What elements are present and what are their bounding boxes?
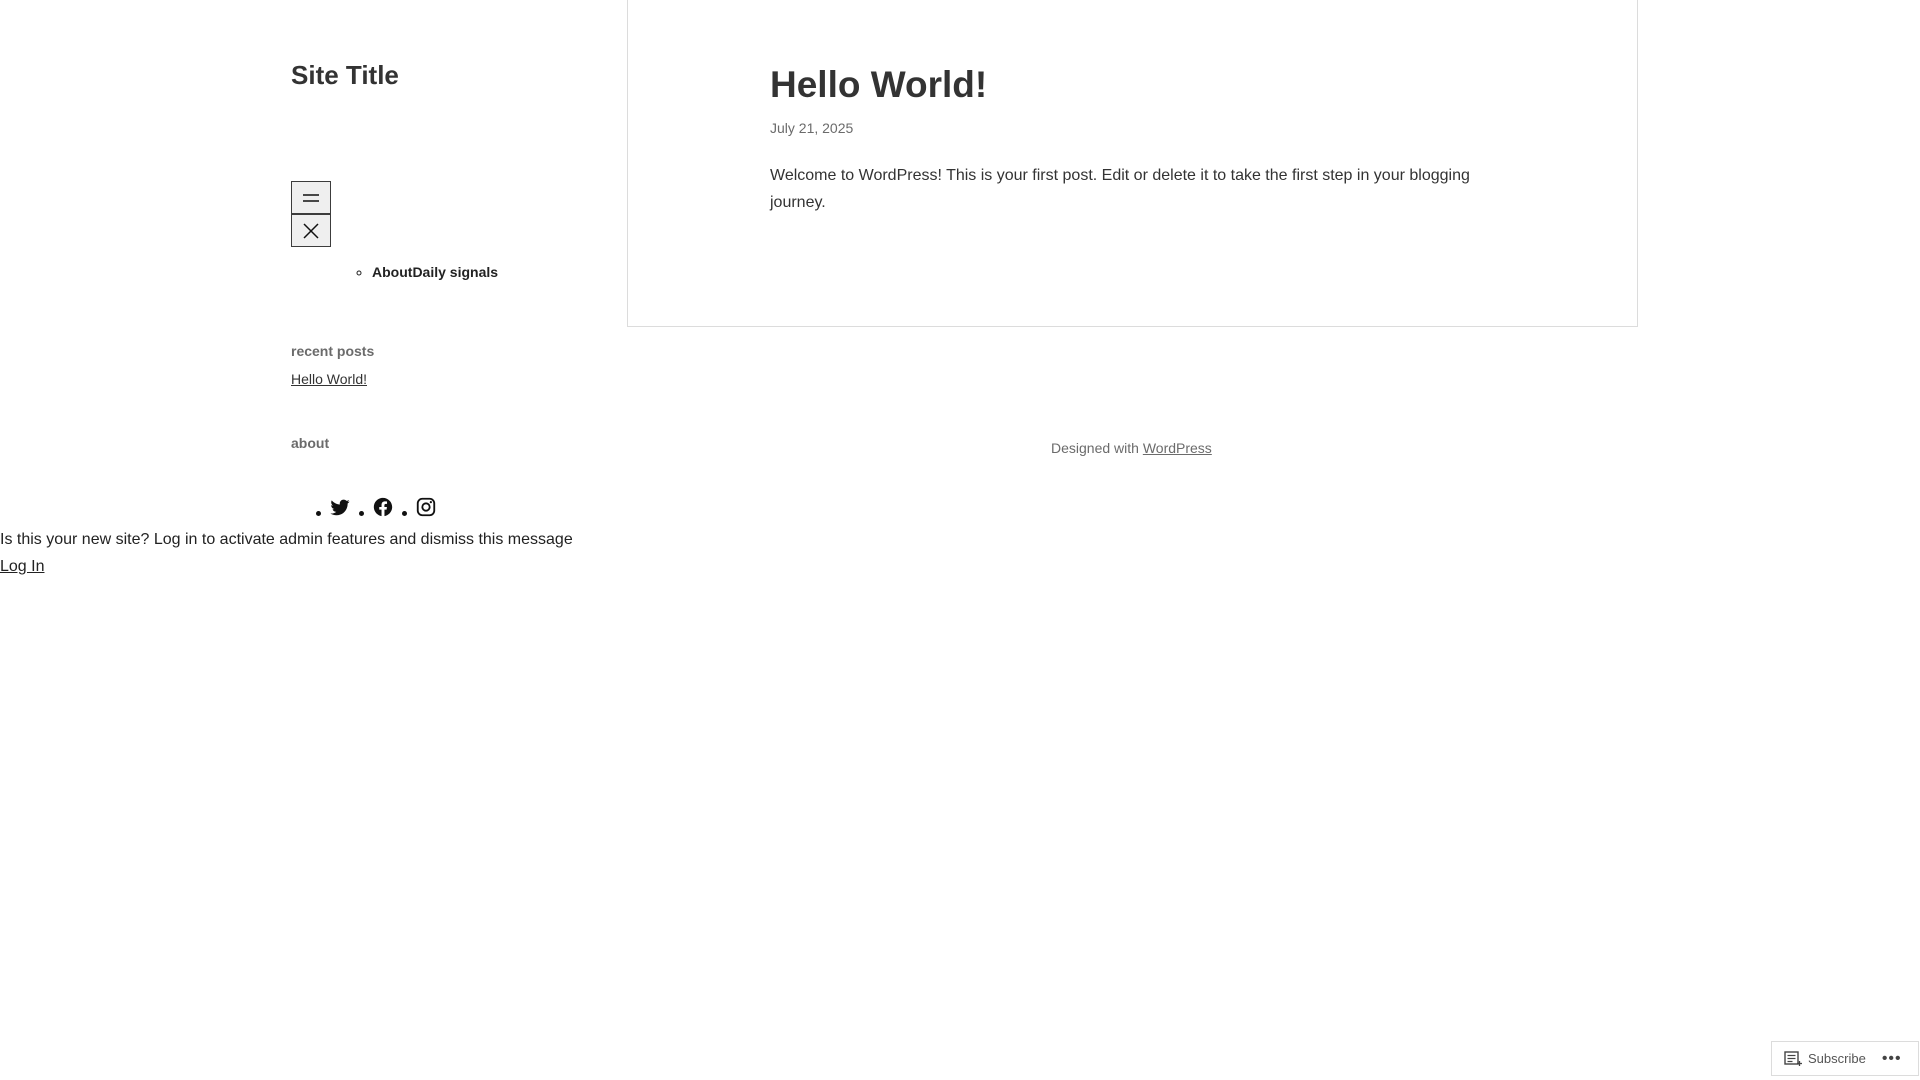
- menu-close-button[interactable]: [291, 214, 331, 247]
- facebook-icon: [373, 497, 393, 517]
- twitter-link[interactable]: [329, 496, 351, 518]
- site-title[interactable]: Site Title: [291, 60, 399, 91]
- subscribe-bar: Subscribe •••: [1771, 1041, 1919, 1076]
- footer-prefix: Designed with: [1051, 440, 1143, 456]
- social-links: [308, 496, 437, 518]
- facebook-link[interactable]: [372, 496, 394, 518]
- close-icon: [303, 222, 319, 239]
- reader-icon: [1784, 1050, 1802, 1066]
- twitter-icon: [330, 499, 350, 516]
- instagram-icon: [416, 497, 436, 517]
- more-button[interactable]: •••: [1876, 1050, 1908, 1068]
- subscribe-button[interactable]: Subscribe: [1772, 1050, 1876, 1067]
- navigation-menu: AboutDaily signals: [355, 264, 498, 280]
- subscribe-label: Subscribe: [1808, 1051, 1866, 1066]
- list-bullet: [402, 511, 407, 516]
- menu-item-daily-signals[interactable]: Daily signals: [412, 264, 498, 280]
- recent-posts-heading: recent posts: [291, 343, 375, 359]
- site-footer: Designed with WordPress: [1051, 440, 1212, 456]
- menu-item: AboutDaily signals: [372, 264, 498, 280]
- post-body: Welcome to WordPress! This is your first…: [770, 167, 1470, 211]
- recent-post-link[interactable]: Hello World!: [291, 371, 367, 387]
- wordpress-link[interactable]: WordPress: [1143, 440, 1212, 456]
- instagram-link[interactable]: [415, 496, 437, 518]
- menu-item-about[interactable]: About: [372, 264, 412, 280]
- list-bullet: [316, 511, 321, 516]
- login-link[interactable]: Log In: [0, 558, 44, 576]
- post-date[interactable]: July 21, 2025: [770, 120, 853, 136]
- admin-notice-message: Is this your new site? Log in to activat…: [0, 531, 573, 548]
- list-bullet: [359, 511, 364, 516]
- menu-open-button[interactable]: [291, 181, 331, 214]
- menu-icon: [303, 193, 319, 202]
- post-title[interactable]: Hello World!: [770, 64, 987, 106]
- about-heading: about: [291, 435, 330, 451]
